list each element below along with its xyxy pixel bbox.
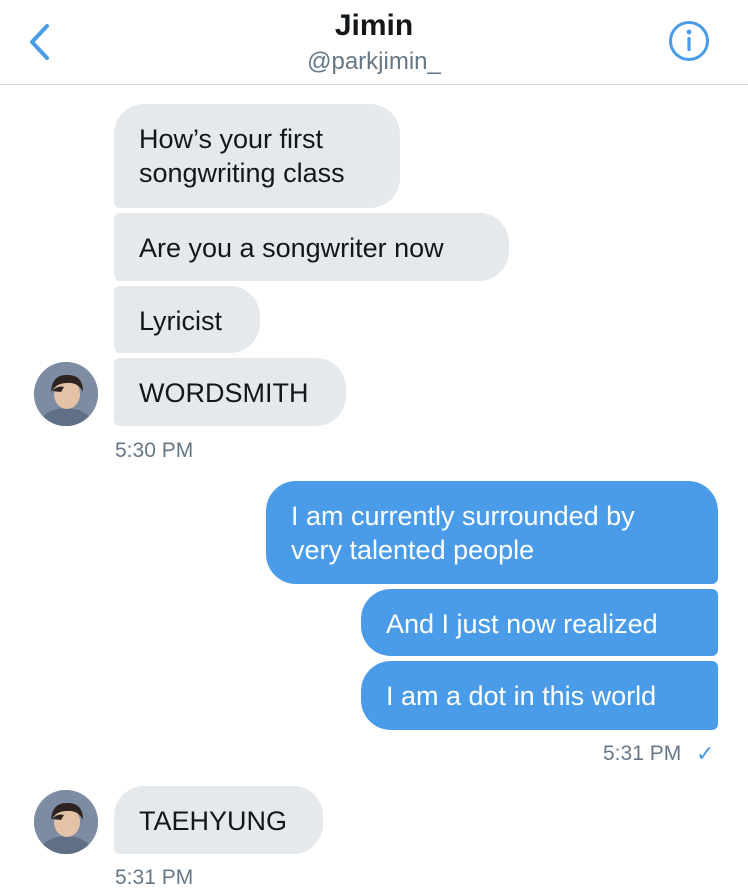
- incoming-message[interactable]: WORDSMITH: [114, 358, 346, 426]
- incoming-message[interactable]: TAEHYUNG: [114, 786, 323, 854]
- incoming-message[interactable]: Lyricist: [114, 286, 260, 353]
- avatar[interactable]: [34, 790, 98, 854]
- message-timestamp: 5:30 PM: [115, 439, 194, 462]
- incoming-message[interactable]: Are you a songwriter now: [114, 213, 509, 281]
- outgoing-message[interactable]: I am currently surrounded by very talent…: [266, 481, 718, 584]
- info-circle-icon: [669, 21, 709, 61]
- checkmark-icon: ✓: [696, 741, 715, 766]
- avatar[interactable]: [34, 362, 98, 426]
- message-timestamp: 5:31 PM: [115, 866, 194, 889]
- outgoing-message[interactable]: And I just now realized: [361, 589, 718, 656]
- conversation-title: Jimin: [334, 9, 414, 42]
- avatar-photo: [34, 790, 98, 854]
- info-button[interactable]: [668, 20, 710, 62]
- incoming-message[interactable]: How’s your first songwriting class: [114, 104, 400, 208]
- dm-conversation-screen: Jimin @parkjimin_ How’s your first songw…: [0, 0, 748, 895]
- outgoing-message[interactable]: I am a dot in this world: [361, 661, 718, 730]
- conversation-header: Jimin @parkjimin_: [0, 0, 748, 85]
- avatar-photo: [34, 362, 98, 426]
- conversation-handle: @parkjimin_: [307, 48, 441, 75]
- message-timestamp: 5:31 PM: [603, 742, 682, 765]
